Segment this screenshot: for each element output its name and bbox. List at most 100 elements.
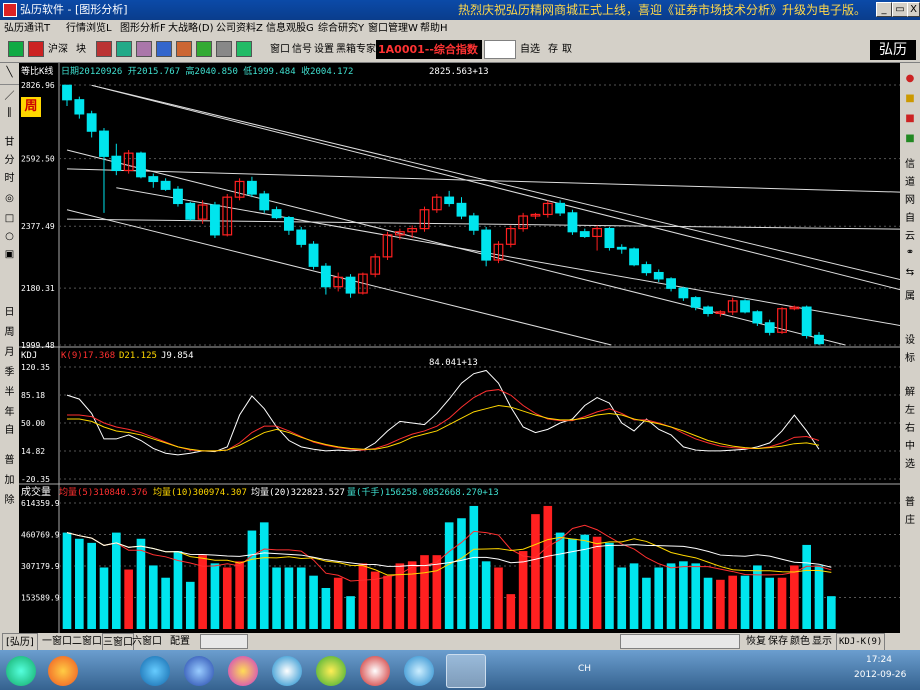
money-icon[interactable] [196, 41, 212, 57]
menu-chart-analysis[interactable]: 图形分析F [120, 20, 166, 37]
tool-unlock[interactable]: 解 [900, 383, 920, 398]
menu-window[interactable]: 窗口管理W [368, 20, 418, 37]
calendar-icon[interactable] [236, 41, 252, 57]
stock-input-box[interactable] [484, 40, 516, 59]
flag-yellow-icon[interactable]: ■ [900, 93, 920, 104]
tool-property[interactable]: 属 [900, 287, 920, 302]
chart-area[interactable]: 等比K线 日期20120926 开2015.767 高2040.850 低199… [19, 63, 900, 633]
book-icon[interactable] [136, 41, 152, 57]
tool-cloud[interactable]: 云 [900, 227, 920, 242]
tool-icon[interactable] [116, 41, 132, 57]
photo-icon[interactable] [228, 656, 258, 686]
hongli-task-button[interactable] [446, 654, 486, 688]
period-time[interactable]: 时 [0, 169, 19, 184]
image-icon[interactable]: ▣ [0, 249, 19, 260]
bird-icon[interactable] [404, 656, 434, 686]
tool-mark[interactable]: 标 [900, 349, 920, 364]
btn-restore[interactable]: 恢复 [746, 633, 766, 650]
tool-left[interactable]: 左 [900, 401, 920, 416]
tool-select[interactable]: 选 [900, 455, 920, 470]
camera-icon[interactable] [216, 41, 232, 57]
menu-communication[interactable]: 弘历通讯T [4, 20, 50, 37]
tool-net[interactable]: 网 [900, 191, 920, 206]
tool-normal[interactable]: 普 [900, 493, 920, 508]
tool-block[interactable]: 块 [76, 40, 86, 59]
period-half-year[interactable]: 半 [0, 383, 19, 398]
chrome-icon[interactable] [316, 656, 346, 686]
windows-icon[interactable] [48, 656, 78, 686]
tab-two-window[interactable]: 二窗口 [72, 633, 102, 650]
tool-auto[interactable]: 自 [900, 209, 920, 224]
period-quarter[interactable]: 季 [0, 363, 19, 378]
period-custom[interactable]: 自 [0, 421, 19, 436]
minimize-button[interactable]: _ [876, 2, 892, 17]
ie-icon[interactable] [140, 656, 170, 686]
arrows-icon[interactable]: ⇆ [900, 267, 920, 278]
binoculars-icon[interactable]: ⚭ [900, 247, 920, 258]
adjust-remove[interactable]: 除 [0, 491, 19, 506]
flag-red-icon[interactable]: ■ [900, 113, 920, 124]
bar-chart-icon[interactable] [96, 41, 112, 57]
period-intraday[interactable]: 分 [0, 151, 19, 166]
tab-config[interactable]: 配置 [170, 633, 190, 650]
stock-code-display[interactable]: 1A0001--综合指数 [376, 40, 482, 59]
tool-dealer[interactable]: 庄 [900, 511, 920, 526]
list-icon[interactable] [156, 41, 172, 57]
period-gann[interactable]: 甘 [0, 133, 19, 148]
period-day[interactable]: 日 [0, 303, 19, 318]
adjust-add[interactable]: 加 [0, 471, 19, 486]
player-icon[interactable] [184, 656, 214, 686]
tool-center[interactable]: 中 [900, 437, 920, 452]
tab-six-window[interactable]: 六窗口 [132, 633, 162, 650]
menu-strategy[interactable]: 大战略(D) [168, 20, 214, 37]
tool-shanghai-shenzhen[interactable]: 沪深 [48, 40, 68, 59]
menu-info[interactable]: 信息观股G [266, 20, 314, 37]
target-icon[interactable]: ● [900, 73, 920, 84]
line-draw-icon[interactable]: ╲ [0, 67, 19, 85]
close-button[interactable]: X [907, 2, 920, 17]
tool-channel-2[interactable]: 道 [900, 173, 920, 188]
main-panel-title: 等比K线 [21, 65, 53, 77]
menu-research[interactable]: 综合研究Y [318, 20, 364, 37]
tool-settings[interactable]: 设置 [314, 40, 334, 59]
candle-body [641, 264, 652, 274]
quote-icon[interactable] [28, 41, 44, 57]
flag-green-icon[interactable]: ■ [900, 133, 920, 144]
rect-icon[interactable]: □ [0, 213, 19, 224]
tool-channel-1[interactable]: 信 [900, 155, 920, 170]
adjust-normal[interactable]: 普 [0, 451, 19, 466]
period-year[interactable]: 年 [0, 403, 19, 418]
menu-help[interactable]: 帮助H [420, 20, 448, 37]
tool-blackbox-expert[interactable]: 黑箱专家 [336, 40, 376, 59]
grid-icon[interactable] [8, 41, 24, 57]
scroll-control[interactable] [200, 634, 248, 649]
tool-signal[interactable]: 信号 [292, 40, 312, 59]
qvod-icon[interactable] [360, 656, 390, 686]
circle-icon[interactable]: ○ [0, 231, 19, 242]
volume-bar [333, 577, 343, 629]
left-toolbar: ╲ ／ ∥ 甘 分 时 ◎ □ ○ ▣ 日 周 月 季 半 年 自 普 加 除 [0, 63, 19, 633]
period-month[interactable]: 月 [0, 343, 19, 358]
ray-draw-icon[interactable]: ／ [0, 87, 19, 105]
tab-one-window[interactable]: 一窗口 [42, 633, 72, 650]
news-icon[interactable] [176, 41, 192, 57]
tool-right[interactable]: 右 [900, 419, 920, 434]
tool-save[interactable]: 存 [548, 40, 558, 59]
horizontal-scrollbar[interactable] [620, 634, 740, 649]
btn-save[interactable]: 保存 [768, 633, 788, 650]
restore-button[interactable]: ▭ [892, 2, 908, 17]
spiral-icon[interactable]: ◎ [0, 193, 19, 204]
tool-watchlist[interactable]: 自选 [520, 40, 540, 59]
lang-indicator[interactable]: CH [578, 664, 591, 674]
parallel-line-icon[interactable]: ∥ [0, 107, 19, 125]
start-button[interactable] [6, 656, 36, 686]
tool-window[interactable]: 窗口 [270, 40, 290, 59]
menu-company-info[interactable]: 公司资料Z [216, 20, 263, 37]
tool-settings-right[interactable]: 设 [900, 331, 920, 346]
btn-display[interactable]: 显示 [812, 633, 832, 650]
btn-color[interactable]: 颜色 [790, 633, 810, 650]
tool-load[interactable]: 取 [562, 40, 572, 59]
sogou-icon[interactable] [272, 656, 302, 686]
period-week[interactable]: 周 [0, 323, 19, 338]
menu-quotes[interactable]: 行情浏览L [66, 20, 112, 37]
